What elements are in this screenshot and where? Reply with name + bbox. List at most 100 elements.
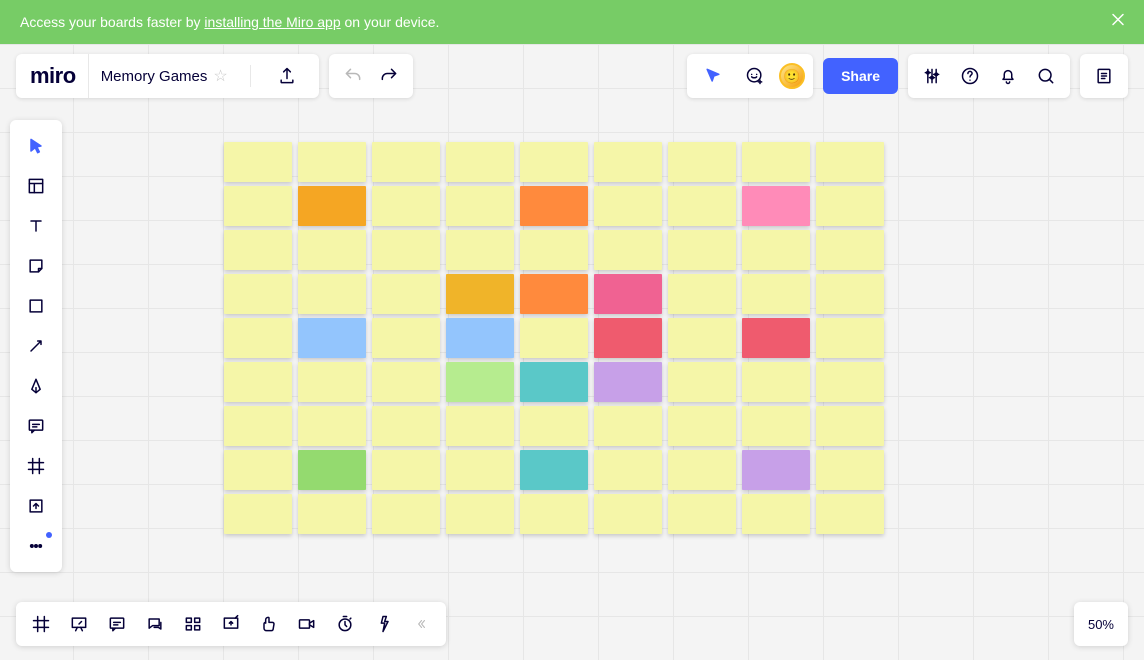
share-button[interactable]: Share [823, 58, 898, 94]
sticky-note[interactable] [446, 450, 514, 490]
pen-tool[interactable] [10, 366, 62, 406]
comment-tool[interactable] [10, 406, 62, 446]
sticky-note[interactable] [372, 362, 440, 402]
sticky-note[interactable] [594, 406, 662, 446]
upload-tool[interactable] [10, 486, 62, 526]
sticky-note[interactable] [446, 406, 514, 446]
sticky-note[interactable] [298, 186, 366, 226]
search-button[interactable] [1028, 58, 1064, 94]
sticky-note[interactable] [520, 362, 588, 402]
sticky-note[interactable] [668, 362, 736, 402]
sticky-note[interactable] [520, 406, 588, 446]
sticky-note[interactable] [520, 318, 588, 358]
video-button[interactable] [290, 606, 324, 642]
shape-tool[interactable] [10, 286, 62, 326]
sticky-note[interactable] [298, 230, 366, 270]
sticky-note[interactable] [520, 186, 588, 226]
sticky-note[interactable] [224, 362, 292, 402]
sticky-note[interactable] [668, 450, 736, 490]
sticky-note[interactable] [668, 318, 736, 358]
board-name[interactable]: Memory Games ☆ [88, 54, 228, 98]
sticky-note[interactable] [594, 494, 662, 534]
close-banner-button[interactable] [1108, 10, 1128, 35]
sticky-note[interactable] [742, 450, 810, 490]
sticky-note[interactable] [816, 450, 884, 490]
templates-tool[interactable] [10, 166, 62, 206]
help-button[interactable] [952, 58, 988, 94]
collapse-toolbar-button[interactable] [404, 606, 438, 642]
sticky-note[interactable] [446, 274, 514, 314]
sticky-note[interactable] [742, 406, 810, 446]
select-tool[interactable] [10, 126, 62, 166]
notifications-button[interactable] [990, 58, 1026, 94]
more-tools[interactable] [10, 526, 62, 566]
sticky-note[interactable] [816, 142, 884, 182]
sticky-note[interactable] [446, 230, 514, 270]
voting-button[interactable] [252, 606, 286, 642]
line-tool[interactable] [10, 326, 62, 366]
sticky-note[interactable] [520, 142, 588, 182]
sticky-note[interactable] [594, 142, 662, 182]
sticky-note[interactable] [742, 230, 810, 270]
sticky-note[interactable] [816, 494, 884, 534]
sticky-note[interactable] [742, 494, 810, 534]
sticky-note[interactable] [594, 362, 662, 402]
sticky-note[interactable] [446, 142, 514, 182]
sticky-note[interactable] [742, 274, 810, 314]
sticky-note[interactable] [742, 362, 810, 402]
reactions-button[interactable] [737, 58, 773, 94]
screen-share-button[interactable] [214, 606, 248, 642]
sticky-note[interactable] [298, 274, 366, 314]
frames-list-button[interactable] [24, 606, 58, 642]
sticky-note[interactable] [816, 318, 884, 358]
sticky-note[interactable] [816, 274, 884, 314]
sticky-note[interactable] [298, 362, 366, 402]
notes-panel-button[interactable] [1086, 58, 1122, 94]
sticky-note[interactable] [298, 406, 366, 446]
sticky-note[interactable] [224, 494, 292, 534]
sticky-note[interactable] [446, 318, 514, 358]
sticky-note[interactable] [372, 406, 440, 446]
text-tool[interactable] [10, 206, 62, 246]
sticky-note[interactable] [668, 406, 736, 446]
sticky-note[interactable] [816, 362, 884, 402]
sticky-note[interactable] [224, 142, 292, 182]
export-button[interactable] [269, 58, 305, 94]
zoom-level[interactable]: 50% [1074, 602, 1128, 646]
sticky-note-tool[interactable] [10, 246, 62, 286]
sticky-note[interactable] [224, 274, 292, 314]
sticky-note[interactable] [372, 186, 440, 226]
sticky-note[interactable] [224, 230, 292, 270]
card-list-button[interactable] [176, 606, 210, 642]
sticky-note[interactable] [594, 230, 662, 270]
sticky-note[interactable] [594, 318, 662, 358]
settings-button[interactable] [914, 58, 950, 94]
sticky-note[interactable] [298, 318, 366, 358]
sticky-note[interactable] [520, 494, 588, 534]
sticky-note[interactable] [594, 274, 662, 314]
sticky-note[interactable] [224, 406, 292, 446]
sticky-note[interactable] [372, 450, 440, 490]
sticky-note[interactable] [298, 494, 366, 534]
sticky-note[interactable] [668, 274, 736, 314]
undo-button[interactable] [335, 58, 371, 94]
presentation-button[interactable] [62, 606, 96, 642]
sticky-note[interactable] [520, 450, 588, 490]
timer-button[interactable] [328, 606, 362, 642]
sticky-note[interactable] [446, 494, 514, 534]
sticky-note[interactable] [668, 494, 736, 534]
redo-button[interactable] [371, 58, 407, 94]
sticky-note[interactable] [816, 186, 884, 226]
star-icon[interactable]: ☆ [213, 66, 227, 86]
user-avatar[interactable]: 🙂 [779, 63, 805, 89]
activity-button[interactable] [366, 606, 400, 642]
sticky-note[interactable] [816, 230, 884, 270]
sticky-notes-grid[interactable] [224, 142, 884, 534]
sticky-note[interactable] [668, 186, 736, 226]
sticky-note[interactable] [446, 186, 514, 226]
sticky-note[interactable] [742, 318, 810, 358]
sticky-note[interactable] [224, 186, 292, 226]
sticky-note[interactable] [742, 142, 810, 182]
sticky-note[interactable] [298, 450, 366, 490]
sticky-note[interactable] [446, 362, 514, 402]
